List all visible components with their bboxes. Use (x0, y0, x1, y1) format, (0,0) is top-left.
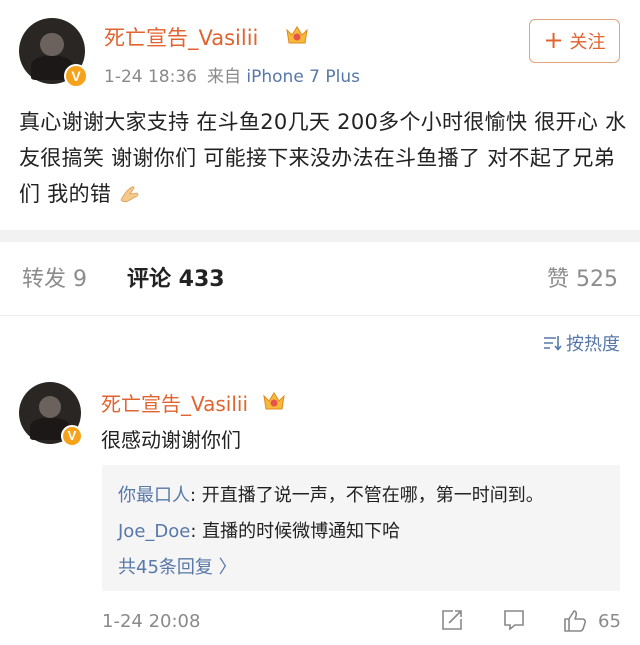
post-text: 真心谢谢大家支持 在斗鱼20几天 200多个小时很愉快 很开心 水友很搞笑 谢谢… (19, 110, 627, 206)
reply-item[interactable]: 你最口人: 开直播了说一声，不管在哪，第一时间到。 (118, 481, 544, 507)
comment-icon[interactable] (502, 608, 526, 632)
follow-button[interactable]: + 关注 (529, 19, 620, 63)
reply-box[interactable]: 你最口人: 开直播了说一声，不管在哪，第一时间到。 Joe_Doe: 直播的时候… (102, 465, 620, 591)
reply-text: : 直播的时候微博通知下哈 (190, 521, 401, 542)
post-author-avatar[interactable]: V (19, 18, 88, 88)
comment-like-count: 65 (598, 611, 621, 632)
avatar-face (40, 32, 64, 57)
reply-user[interactable]: 你最口人 (118, 485, 190, 506)
like-icon[interactable] (562, 608, 588, 634)
folded-hands-emoji (120, 186, 139, 203)
post-tabs: 转发 9 评论 433 赞 525 (0, 255, 640, 297)
post-author-name[interactable]: 死亡宣告_Vasilii (104, 22, 258, 52)
comment-text: 很感动谢谢你们 (101, 428, 241, 452)
avatar-face (38, 395, 62, 418)
reply-user[interactable]: Joe_Doe (118, 521, 190, 542)
tab-likes[interactable]: 赞 525 (547, 261, 618, 293)
post-meta: 1-24 18:36 来自 iPhone 7 Plus (104, 62, 360, 87)
tabs-divider (0, 315, 640, 316)
plus-icon: + (543, 26, 564, 54)
more-replies-link[interactable]: 共45条回复 〉 (118, 553, 237, 579)
post-device-link[interactable]: iPhone 7 Plus (246, 67, 360, 87)
crown-icon (263, 392, 285, 410)
tab-repost[interactable]: 转发 9 (22, 261, 87, 293)
comment-time: 1-24 20:08 (102, 611, 201, 632)
section-gap (0, 230, 640, 242)
crown-icon (286, 26, 308, 44)
post-body: 真心谢谢大家支持 在斗鱼20几天 200多个小时很愉快 很开心 水友很搞笑 谢谢… (19, 104, 629, 212)
verified-v-icon: V (61, 425, 83, 447)
tab-comments[interactable]: 评论 433 (127, 261, 225, 293)
comment-author-avatar[interactable]: V (19, 382, 83, 447)
follow-label: 关注 (569, 32, 606, 53)
sort-button[interactable]: 按热度 (542, 330, 620, 356)
reply-item[interactable]: Joe_Doe: 直播的时候微博通知下哈 (118, 517, 400, 543)
post-time: 1-24 18:36 (104, 67, 197, 87)
share-icon[interactable] (440, 608, 464, 632)
reply-text: : 开直播了说一声，不管在哪，第一时间到。 (190, 485, 544, 506)
verified-v-icon: V (64, 64, 88, 88)
post-source-prefix: 来自 (206, 67, 241, 87)
sort-label: 按热度 (566, 334, 620, 355)
sort-icon (544, 336, 562, 351)
comment-author-name[interactable]: 死亡宣告_Vasilii (101, 388, 248, 417)
